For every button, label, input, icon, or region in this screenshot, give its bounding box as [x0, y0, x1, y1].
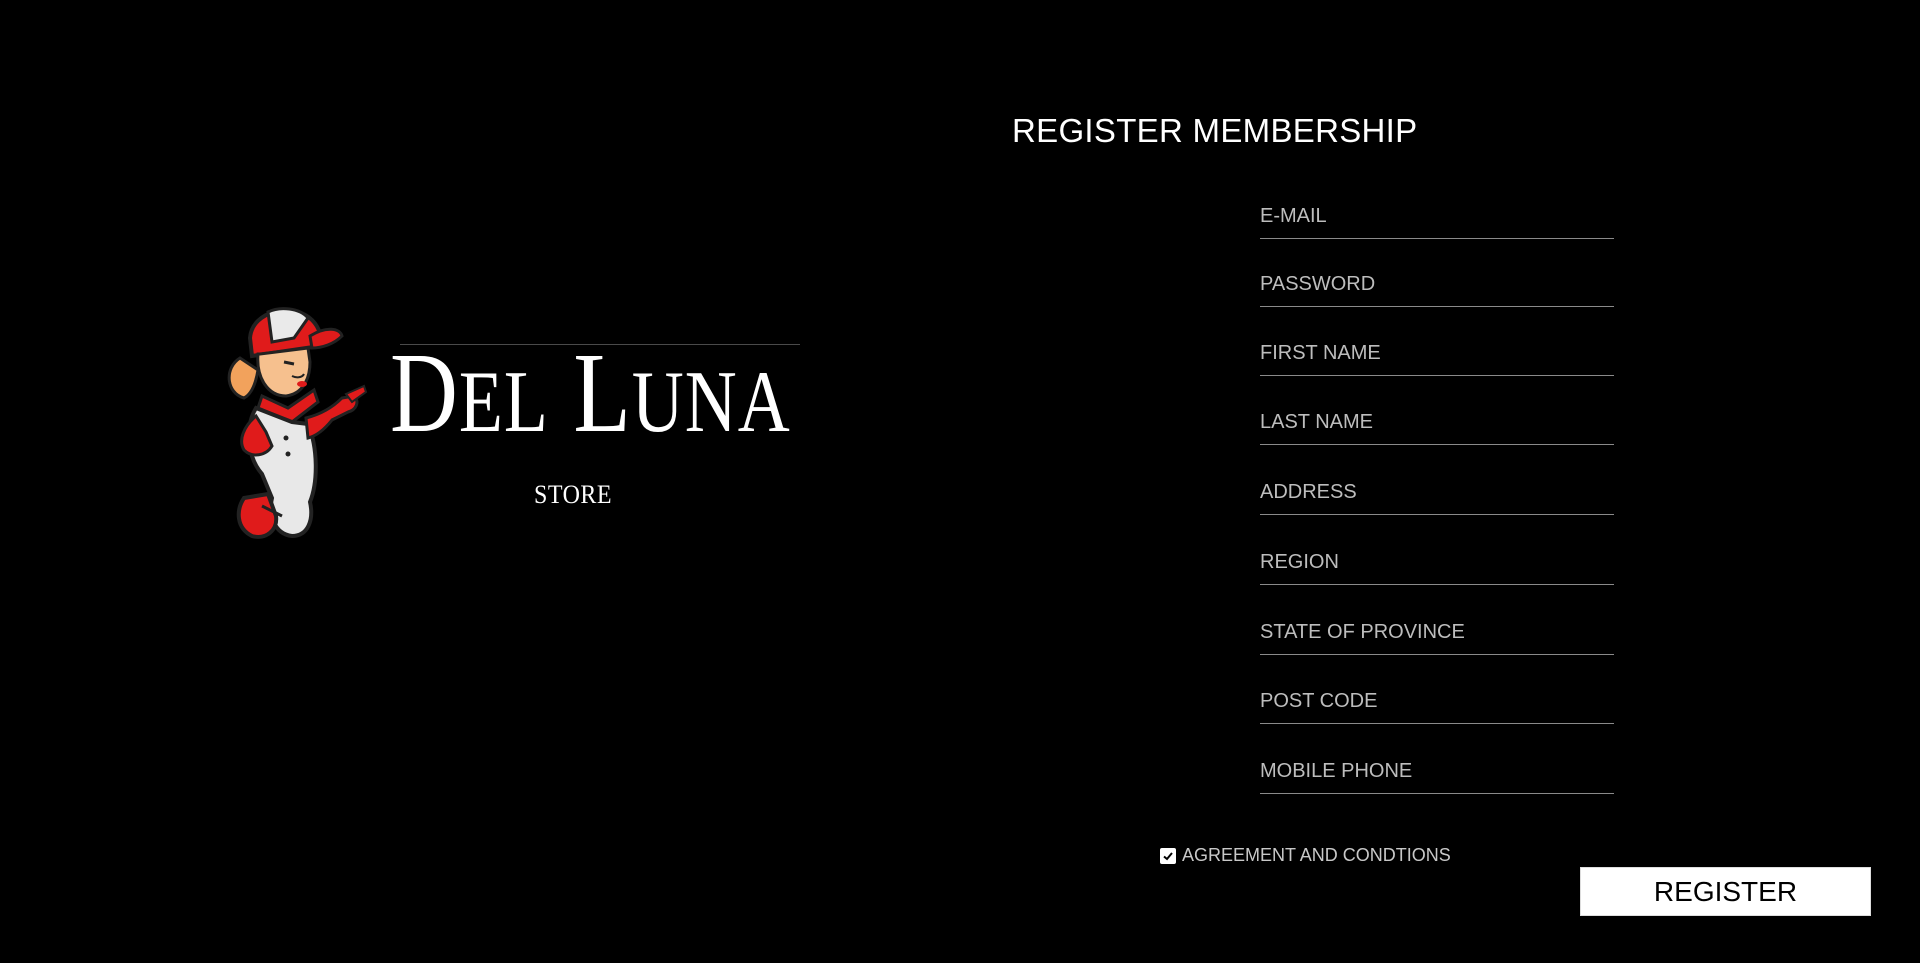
email-input[interactable] — [1260, 199, 1614, 233]
state-of-province-input[interactable] — [1260, 615, 1614, 649]
field-underline — [1260, 306, 1614, 307]
post-code-field — [1260, 684, 1614, 724]
field-underline — [1260, 723, 1614, 724]
address-field — [1260, 475, 1614, 515]
state-of-province-field — [1260, 615, 1614, 655]
brand-name-rest-1: EL — [458, 353, 549, 451]
agreement-checkbox[interactable] — [1160, 847, 1176, 864]
mascot-illustration — [227, 307, 368, 539]
email-field — [1260, 199, 1614, 239]
agreement-label: AGREEMENT AND CONDTIONS — [1182, 845, 1451, 865]
first-name-input[interactable] — [1260, 336, 1614, 370]
password-input[interactable] — [1260, 267, 1614, 301]
register-button[interactable]: REGISTER — [1580, 867, 1871, 916]
field-underline — [1260, 238, 1614, 239]
mobile-phone-field — [1260, 754, 1614, 794]
password-field — [1260, 267, 1614, 307]
field-underline — [1260, 514, 1614, 515]
last-name-field — [1260, 405, 1614, 445]
field-underline — [1260, 444, 1614, 445]
field-underline — [1260, 654, 1614, 655]
brand-name-rest-2: UNA — [631, 353, 791, 451]
field-underline — [1260, 793, 1614, 794]
region-field — [1260, 545, 1614, 585]
mobile-phone-input[interactable] — [1260, 754, 1614, 788]
agreement-checkbox-row[interactable]: AGREEMENT AND CONDTIONS — [1160, 845, 1451, 866]
last-name-input[interactable] — [1260, 405, 1614, 439]
check-icon — [1163, 851, 1173, 860]
form-title: REGISTER MEMBERSHIP — [1012, 112, 1418, 149]
address-input[interactable] — [1260, 475, 1614, 509]
brand-name-initial-1: D — [390, 329, 459, 457]
brand-name: DEL LUNA — [390, 336, 791, 451]
field-underline — [1260, 584, 1614, 585]
first-name-field — [1260, 336, 1614, 376]
brand-subtitle: STORE — [534, 481, 613, 510]
region-input[interactable] — [1260, 545, 1614, 579]
post-code-input[interactable] — [1260, 684, 1614, 718]
brand-name-initial-2: L — [573, 329, 632, 457]
brand-logo: DEL LUNA STORE — [222, 298, 802, 548]
field-underline — [1260, 375, 1614, 376]
